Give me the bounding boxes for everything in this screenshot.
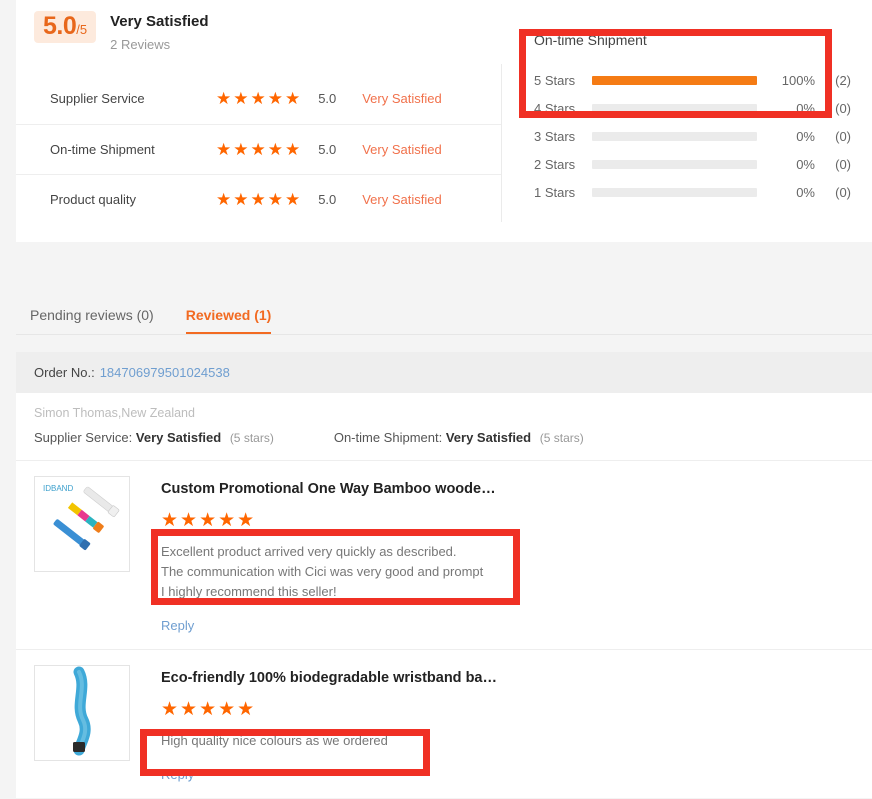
histogram-row-label: 5 Stars — [534, 73, 592, 88]
star-rating-icon: ★★★★★ — [161, 511, 496, 530]
histogram-percent: 0% — [769, 185, 815, 200]
histogram-row-label: 4 Stars — [534, 101, 592, 116]
rating-row-name: Supplier Service — [50, 91, 216, 106]
histogram-track — [592, 160, 757, 169]
score-paren: (5 stars) — [230, 431, 274, 445]
rating-row-score: 5.0 — [318, 91, 346, 106]
overall-score-value: 5.0 — [43, 12, 76, 40]
product-thumbnail[interactable] — [34, 665, 130, 761]
rating-row-label: Very Satisfied — [362, 192, 442, 207]
histogram-count: (0) — [821, 185, 851, 200]
histogram-row: 1 Stars 0% (0) — [534, 178, 864, 206]
rating-row: Supplier Service ★★★★★ 5.0 Very Satisfie… — [16, 74, 501, 124]
histogram-count: (0) — [821, 101, 851, 116]
overall-score-badge: 5.0/5 — [34, 11, 96, 43]
histogram-percent: 100% — [769, 73, 815, 88]
vertical-divider — [501, 64, 502, 222]
rating-row-name: On-time Shipment — [50, 142, 216, 157]
rating-rows: Supplier Service ★★★★★ 5.0 Very Satisfie… — [16, 74, 501, 224]
reviewer-name: Simon Thomas,New Zealand — [34, 406, 872, 420]
review-body: Custom Promotional One Way Bamboo woode…… — [161, 476, 496, 633]
histogram-row: 5 Stars 100% (2) — [534, 66, 864, 94]
reviewer-block: Simon Thomas,New Zealand Supplier Servic… — [16, 393, 872, 461]
reviewer-scores: Supplier Service: Very Satisfied (5 star… — [34, 430, 872, 445]
histogram-row: 2 Stars 0% (0) — [534, 150, 864, 178]
review-page: 5.0/5 Very Satisfied 2 Reviews Supplier … — [0, 0, 872, 799]
star-distribution-chart: On-time Shipment 5 Stars 100% (2) 4 Star… — [534, 32, 864, 206]
reply-button[interactable]: Reply — [161, 767, 194, 782]
order-number-link[interactable]: 184706979501024538 — [100, 365, 230, 380]
svg-text:IDBAND: IDBAND — [43, 484, 73, 493]
rating-row-name: Product quality — [50, 192, 216, 207]
wristbands-image: IDBAND — [35, 477, 129, 571]
histogram-row-label: 1 Stars — [534, 185, 592, 200]
histogram-percent: 0% — [769, 129, 815, 144]
review-item: IDBAND — [16, 461, 872, 650]
left-gutter — [0, 0, 16, 799]
product-title[interactable]: Eco-friendly 100% biodegradable wristban… — [161, 669, 497, 688]
star-rating-icon: ★★★★★ — [161, 700, 497, 719]
review-tabs-bar: Pending reviews (0) Reviewed (1) — [16, 286, 872, 335]
tab-pending-reviews[interactable]: Pending reviews (0) — [30, 307, 154, 334]
overall-score-title: Very Satisfied — [110, 12, 208, 32]
histogram-track — [592, 188, 757, 197]
star-rating-icon: ★★★★★ — [216, 90, 302, 107]
reviews-card: Order No.: 184706979501024538 Simon Thom… — [16, 352, 872, 798]
rating-row-score: 5.0 — [318, 142, 346, 157]
blue-wristband-image — [35, 666, 129, 760]
star-rating-icon: ★★★★★ — [216, 141, 302, 158]
overall-score-suffix: /5 — [76, 22, 87, 37]
histogram-row: 3 Stars 0% (0) — [534, 122, 864, 150]
histogram-count: (2) — [821, 73, 851, 88]
review-tabs: Pending reviews (0) Reviewed (1) — [16, 286, 872, 334]
score-value: Very Satisfied — [136, 430, 221, 445]
histogram-fill — [592, 76, 757, 85]
histogram-row-label: 2 Stars — [534, 157, 592, 172]
histogram-percent: 0% — [769, 101, 815, 116]
overall-reviews-count: 2 Reviews — [110, 37, 208, 52]
rating-row: On-time Shipment ★★★★★ 5.0 Very Satisfie… — [16, 124, 501, 174]
reviewer-score-on-time-shipment: On-time Shipment: Very Satisfied (5 star… — [334, 430, 584, 445]
score-key: On-time Shipment: — [334, 430, 442, 445]
score-key: Supplier Service: — [34, 430, 132, 445]
product-thumbnail[interactable]: IDBAND — [34, 476, 130, 572]
order-bar: Order No.: 184706979501024538 — [16, 352, 872, 393]
overall-score-header: 5.0/5 Very Satisfied 2 Reviews — [16, 0, 501, 52]
score-paren: (5 stars) — [540, 431, 584, 445]
reviewer-score-supplier-service: Supplier Service: Very Satisfied (5 star… — [34, 430, 274, 445]
histogram-count: (0) — [821, 157, 851, 172]
review-body: Eco-friendly 100% biodegradable wristban… — [161, 665, 497, 782]
review-text: Excellent product arrived very quickly a… — [161, 542, 496, 602]
reply-button[interactable]: Reply — [161, 618, 194, 633]
histogram-track — [592, 132, 757, 141]
rating-row-score: 5.0 — [318, 192, 346, 207]
chart-title: On-time Shipment — [534, 32, 864, 48]
review-text: High quality nice colours as we ordered — [161, 731, 497, 751]
score-value: Very Satisfied — [446, 430, 531, 445]
histogram-row: 4 Stars 0% (0) — [534, 94, 864, 122]
product-title[interactable]: Custom Promotional One Way Bamboo woode… — [161, 480, 496, 499]
review-item: Eco-friendly 100% biodegradable wristban… — [16, 650, 872, 798]
histogram-count: (0) — [821, 129, 851, 144]
rating-summary-card: 5.0/5 Very Satisfied 2 Reviews Supplier … — [16, 0, 872, 242]
histogram-row-label: 3 Stars — [534, 129, 592, 144]
rating-row: Product quality ★★★★★ 5.0 Very Satisfied — [16, 174, 501, 224]
tab-reviewed[interactable]: Reviewed (1) — [186, 307, 272, 334]
order-label: Order No.: — [34, 365, 95, 380]
rating-row-label: Very Satisfied — [362, 142, 442, 157]
star-rating-icon: ★★★★★ — [216, 191, 302, 208]
histogram-percent: 0% — [769, 157, 815, 172]
overall-score-text: Very Satisfied 2 Reviews — [110, 11, 208, 52]
histogram-track — [592, 76, 757, 85]
rating-row-label: Very Satisfied — [362, 91, 442, 106]
rating-summary-left: 5.0/5 Very Satisfied 2 Reviews Supplier … — [16, 0, 501, 224]
histogram-track — [592, 104, 757, 113]
